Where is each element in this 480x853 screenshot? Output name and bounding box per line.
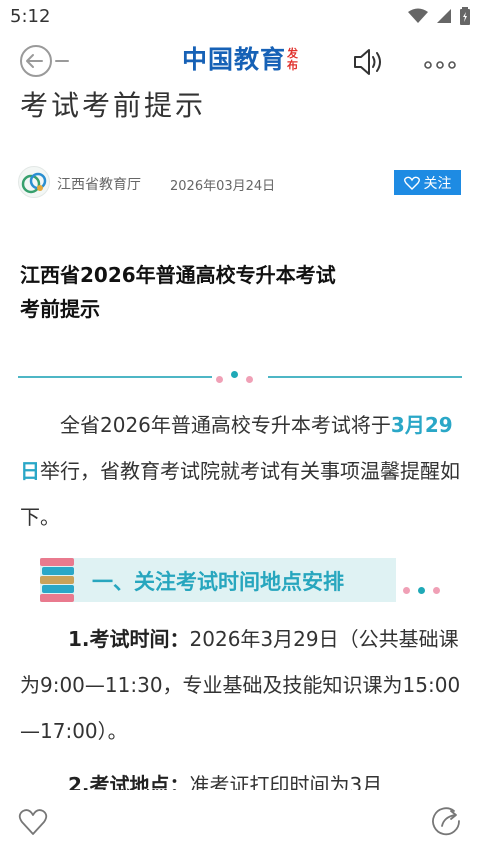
more-button[interactable] — [424, 56, 456, 69]
section-dots — [403, 586, 443, 596]
intro-paragraph: 全省2026年普通高校专升本考试将于3月29日举行，省教育考试院就考试有关事项温… — [20, 402, 464, 540]
speaker-icon — [354, 49, 381, 75]
divider-dot — [216, 376, 223, 383]
share-icon — [432, 807, 460, 836]
decorative-divider — [18, 368, 462, 384]
intro-text-a: 全省2026年普通高校专升本考试将于 — [60, 413, 391, 437]
battery-icon — [460, 7, 470, 25]
share-button[interactable] — [430, 806, 462, 838]
publisher-name[interactable]: 江西省教育厅 — [57, 174, 141, 194]
brand-logo: 中国教育 发布 — [182, 44, 301, 80]
heart-plus-icon — [403, 176, 420, 190]
divider-line-left — [18, 376, 212, 378]
divider-dot — [246, 376, 253, 383]
intro-text-b: 举行，省教育考试院就考试有关事项温馨提醒如下。 — [20, 459, 460, 529]
section-dot — [433, 587, 440, 594]
exam-time-label: 1.考试时间： — [68, 627, 190, 651]
article-headline: 江西省2026年普通高校专升本考试 考前提示 — [20, 258, 440, 326]
back-arrow-icon — [20, 45, 69, 77]
like-button[interactable] — [18, 808, 48, 836]
app-header: 中国教育 发布 — [0, 36, 480, 88]
divider-dot — [231, 371, 238, 378]
more-dots-icon — [424, 61, 456, 69]
section-banner: 一、关注考试时间地点安排 — [40, 558, 396, 602]
audio-button[interactable] — [352, 46, 386, 78]
status-icons — [408, 7, 470, 25]
status-time: 5:12 — [10, 6, 51, 27]
publisher-logo-icon — [21, 172, 47, 194]
heart-icon — [18, 809, 48, 835]
divider-line-right — [268, 376, 462, 378]
headline-line-1: 江西省2026年普通高校专升本考试 — [20, 263, 336, 287]
signal-icon — [437, 9, 451, 23]
back-button[interactable] — [18, 44, 74, 78]
status-bar: 5:12 — [0, 0, 480, 34]
exam-time-paragraph: 1.考试时间：2026年3月29日（公共基础课为9:00—11:30，专业基础及… — [20, 616, 464, 754]
books-icon — [40, 558, 74, 602]
headline-line-2: 考前提示 — [20, 297, 100, 321]
section-dot — [418, 587, 425, 594]
wifi-icon — [408, 8, 428, 23]
article-title: 考试考前提示 — [20, 89, 207, 122]
publish-date: 2026年03月24日 — [170, 179, 276, 194]
brand-main: 中国教育 — [182, 45, 287, 74]
publisher-avatar[interactable] — [18, 166, 50, 198]
section-dot — [403, 587, 410, 594]
bottom-bar — [0, 790, 480, 853]
article-meta: 江西省教育厅 2026年03月24日 关注 — [18, 166, 464, 200]
brand-sub: 发布 — [287, 47, 299, 72]
follow-button[interactable]: 关注 — [394, 170, 461, 195]
section-title: 一、关注考试时间地点安排 — [92, 570, 344, 594]
follow-label: 关注 — [423, 175, 452, 192]
